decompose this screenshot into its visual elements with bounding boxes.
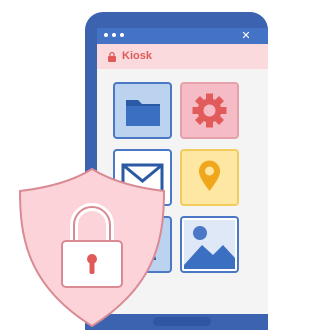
window-dot-1 — [104, 33, 108, 37]
lock-icon — [108, 51, 116, 62]
location-pin-icon — [199, 160, 220, 191]
window-dot-3 — [120, 33, 124, 37]
close-button[interactable]: ✕ — [238, 28, 254, 44]
tile-files[interactable] — [113, 82, 172, 139]
gear-icon — [192, 93, 227, 128]
tile-settings[interactable] — [180, 82, 239, 139]
tile-location[interactable] — [180, 149, 239, 206]
tile-gallery[interactable] — [180, 216, 239, 273]
window-dot-2 — [112, 33, 116, 37]
app-title: Kiosk — [122, 50, 152, 62]
security-shield-lock-icon — [18, 167, 166, 328]
image-icon — [184, 220, 235, 269]
folder-icon — [126, 100, 160, 126]
